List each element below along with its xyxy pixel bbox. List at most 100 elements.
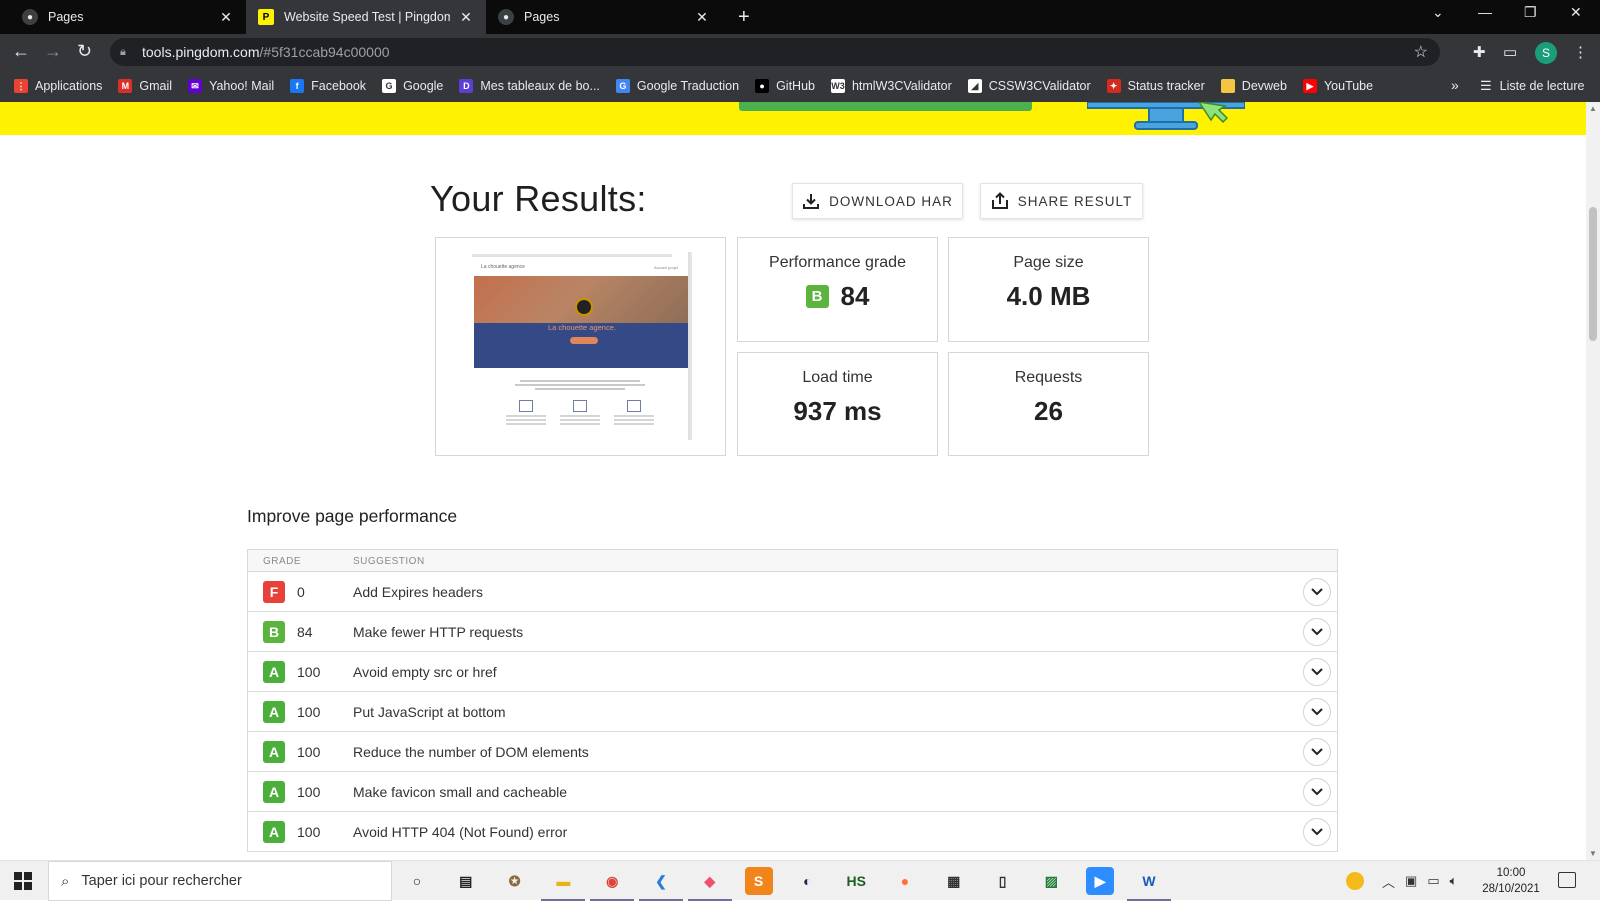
- bookmark-item[interactable]: G Google Traduction: [615, 79, 740, 93]
- heidisql-icon[interactable]: HS: [842, 867, 870, 895]
- search-icon: ⌕: [61, 872, 70, 890]
- download-har-button[interactable]: DOWNLOAD HAR: [792, 183, 963, 219]
- tab-pages-1[interactable]: ● Pages ✕: [10, 0, 246, 34]
- cast-icon[interactable]: ▭: [1503, 43, 1517, 61]
- vscode-icon[interactable]: ❮: [639, 867, 683, 901]
- widget-icon[interactable]: ▤: [452, 867, 480, 895]
- bookmark-favicon-icon: G: [615, 79, 630, 93]
- battery-icon[interactable]: ▭: [1427, 873, 1439, 889]
- task-view-icon[interactable]: ○: [403, 867, 431, 895]
- forward-icon[interactable]: →: [44, 41, 62, 62]
- volume-icon[interactable]: 🔈︎: [1450, 873, 1458, 889]
- taskbar-search-input[interactable]: ⌕ Taper ici pour rechercher: [48, 861, 392, 901]
- bookmark-item[interactable]: Devweb: [1220, 79, 1287, 93]
- bookmark-item[interactable]: ▶ YouTube: [1302, 79, 1373, 93]
- chrome-icon[interactable]: ◉: [590, 867, 635, 901]
- share-result-button[interactable]: SHARE RESULT: [980, 183, 1143, 219]
- bookmark-item[interactable]: W3 htmlW3CValidator: [830, 79, 952, 93]
- bookmark-item[interactable]: M Gmail: [118, 79, 172, 93]
- firefox-icon[interactable]: ●: [891, 867, 919, 895]
- word-icon[interactable]: W: [1127, 867, 1171, 901]
- chevron-down-icon[interactable]: [1303, 778, 1331, 806]
- eclipse-icon[interactable]: ◐: [793, 867, 821, 895]
- site-screenshot: La chouette agence Accueil projet La cho…: [470, 252, 692, 440]
- suggestion-score: 100: [297, 664, 321, 680]
- github-icon: ●: [22, 9, 38, 25]
- monitor-illustration: [1087, 102, 1245, 130]
- bookmark-star-icon[interactable]: ☆: [1414, 42, 1428, 62]
- chevron-down-icon[interactable]: [1303, 658, 1331, 686]
- weather-icon[interactable]: [1346, 872, 1364, 890]
- table-row[interactable]: A 100 Put JavaScript at bottom: [248, 692, 1337, 732]
- chevron-down-icon[interactable]: [1303, 818, 1331, 846]
- tray-chevron-up-icon[interactable]: ︿: [1382, 872, 1395, 891]
- close-icon[interactable]: ✕: [458, 9, 474, 26]
- reload-icon[interactable]: ↻: [77, 41, 92, 62]
- screenshot-band: La chouette agence.: [474, 323, 690, 368]
- notifications-icon[interactable]: [1558, 872, 1576, 888]
- chevron-down-icon[interactable]: [1303, 578, 1331, 606]
- bookmark-item[interactable]: ◢ CSSW3CValidator: [967, 79, 1091, 93]
- bookmark-item[interactable]: ✦ Status tracker: [1106, 79, 1205, 93]
- gimp-icon[interactable]: ✪: [501, 867, 529, 895]
- banner-cta-button[interactable]: [739, 102, 1032, 111]
- table-row[interactable]: F 0 Add Expires headers: [248, 572, 1337, 612]
- tab-pingdom[interactable]: P Website Speed Test | Pingdom To ✕: [246, 0, 486, 34]
- chevron-down-icon[interactable]: [1303, 738, 1331, 766]
- bookmark-item[interactable]: ✉ Yahoo! Mail: [188, 79, 274, 93]
- bookmark-item[interactable]: ⋮ Applications: [14, 79, 102, 93]
- new-tab-button[interactable]: +: [738, 6, 750, 29]
- bookmark-item[interactable]: f Facebook: [290, 79, 366, 93]
- table-row[interactable]: B 84 Make fewer HTTP requests: [248, 612, 1337, 652]
- bookmark-item[interactable]: G Google: [382, 79, 443, 93]
- improve-performance-title: Improve page performance: [247, 506, 458, 526]
- address-bar[interactable]: 🔒︎ tools.pingdom.com/#5f31ccab94c00000 ☆: [110, 38, 1440, 66]
- avatar[interactable]: S: [1535, 42, 1557, 64]
- scroll-down-icon[interactable]: ▼: [1589, 849, 1597, 858]
- tab-pages-2[interactable]: ● Pages ✕: [486, 0, 722, 34]
- store-icon[interactable]: ▦: [940, 867, 968, 895]
- tab-search-icon[interactable]: ⌄: [1432, 4, 1444, 21]
- chevron-down-icon[interactable]: [1303, 618, 1331, 646]
- reading-list-icon: ☰: [1480, 78, 1492, 93]
- extensions-icon[interactable]: ✚: [1473, 43, 1486, 61]
- meet-now-icon[interactable]: ▣: [1405, 873, 1417, 889]
- minimize-button[interactable]: —: [1478, 4, 1492, 20]
- zoom-icon[interactable]: ▶: [1086, 867, 1115, 895]
- restore-button[interactable]: ❐: [1524, 4, 1537, 21]
- tab-label: Pages: [48, 10, 84, 24]
- git-icon[interactable]: ◆: [687, 867, 732, 901]
- grade-badge: A: [263, 821, 285, 843]
- sheet-icon[interactable]: ▨: [1037, 867, 1065, 895]
- suggestions-table: GRADE SUGGESTION F 0 Add Expires headers B 8…: [247, 549, 1338, 852]
- table-row[interactable]: A 100 Avoid HTTP 404 (Not Found) error: [248, 812, 1337, 852]
- bookmarks-more-icon[interactable]: »: [1451, 77, 1459, 93]
- suggestion-column-header: SUGGESTION: [353, 556, 425, 567]
- performance-grade-value: 84: [840, 281, 870, 311]
- close-window-button[interactable]: ✕: [1570, 4, 1582, 21]
- back-icon[interactable]: ←: [12, 41, 30, 62]
- bookmark-item[interactable]: D Mes tableaux de bo...: [459, 79, 600, 93]
- bookmark-label: Google Traduction: [636, 79, 740, 93]
- page-scrollbar[interactable]: ▲ ▼: [1586, 102, 1600, 860]
- bookmark-label: htmlW3CValidator: [851, 79, 952, 93]
- table-row[interactable]: A 100 Make favicon small and cacheable: [248, 772, 1337, 812]
- scroll-up-icon[interactable]: ▲: [1589, 104, 1597, 113]
- taskbar-clock[interactable]: 10:00 28/10/2021: [1480, 865, 1542, 897]
- bookmark-favicon-icon: G: [382, 79, 397, 93]
- file-explorer-icon[interactable]: ▬: [541, 867, 586, 901]
- notepad-icon[interactable]: ▯: [989, 867, 1017, 895]
- sublime-icon[interactable]: S: [744, 867, 773, 895]
- close-icon[interactable]: ✕: [218, 9, 234, 26]
- chevron-down-icon[interactable]: [1303, 698, 1331, 726]
- windows-start-icon[interactable]: [14, 872, 32, 890]
- table-header: GRADE SUGGESTION: [248, 550, 1337, 572]
- menu-icon[interactable]: ⋮: [1573, 43, 1588, 61]
- scroll-thumb[interactable]: [1589, 207, 1597, 341]
- bookmark-item[interactable]: ● GitHub: [755, 79, 815, 93]
- table-row[interactable]: A 100 Reduce the number of DOM elements: [248, 732, 1337, 772]
- reading-list-button[interactable]: ☰ Liste de lecture: [1480, 70, 1584, 102]
- close-icon[interactable]: ✕: [694, 9, 710, 26]
- table-row[interactable]: A 100 Avoid empty src or href: [248, 652, 1337, 692]
- share-result-label: SHARE RESULT: [1017, 193, 1133, 209]
